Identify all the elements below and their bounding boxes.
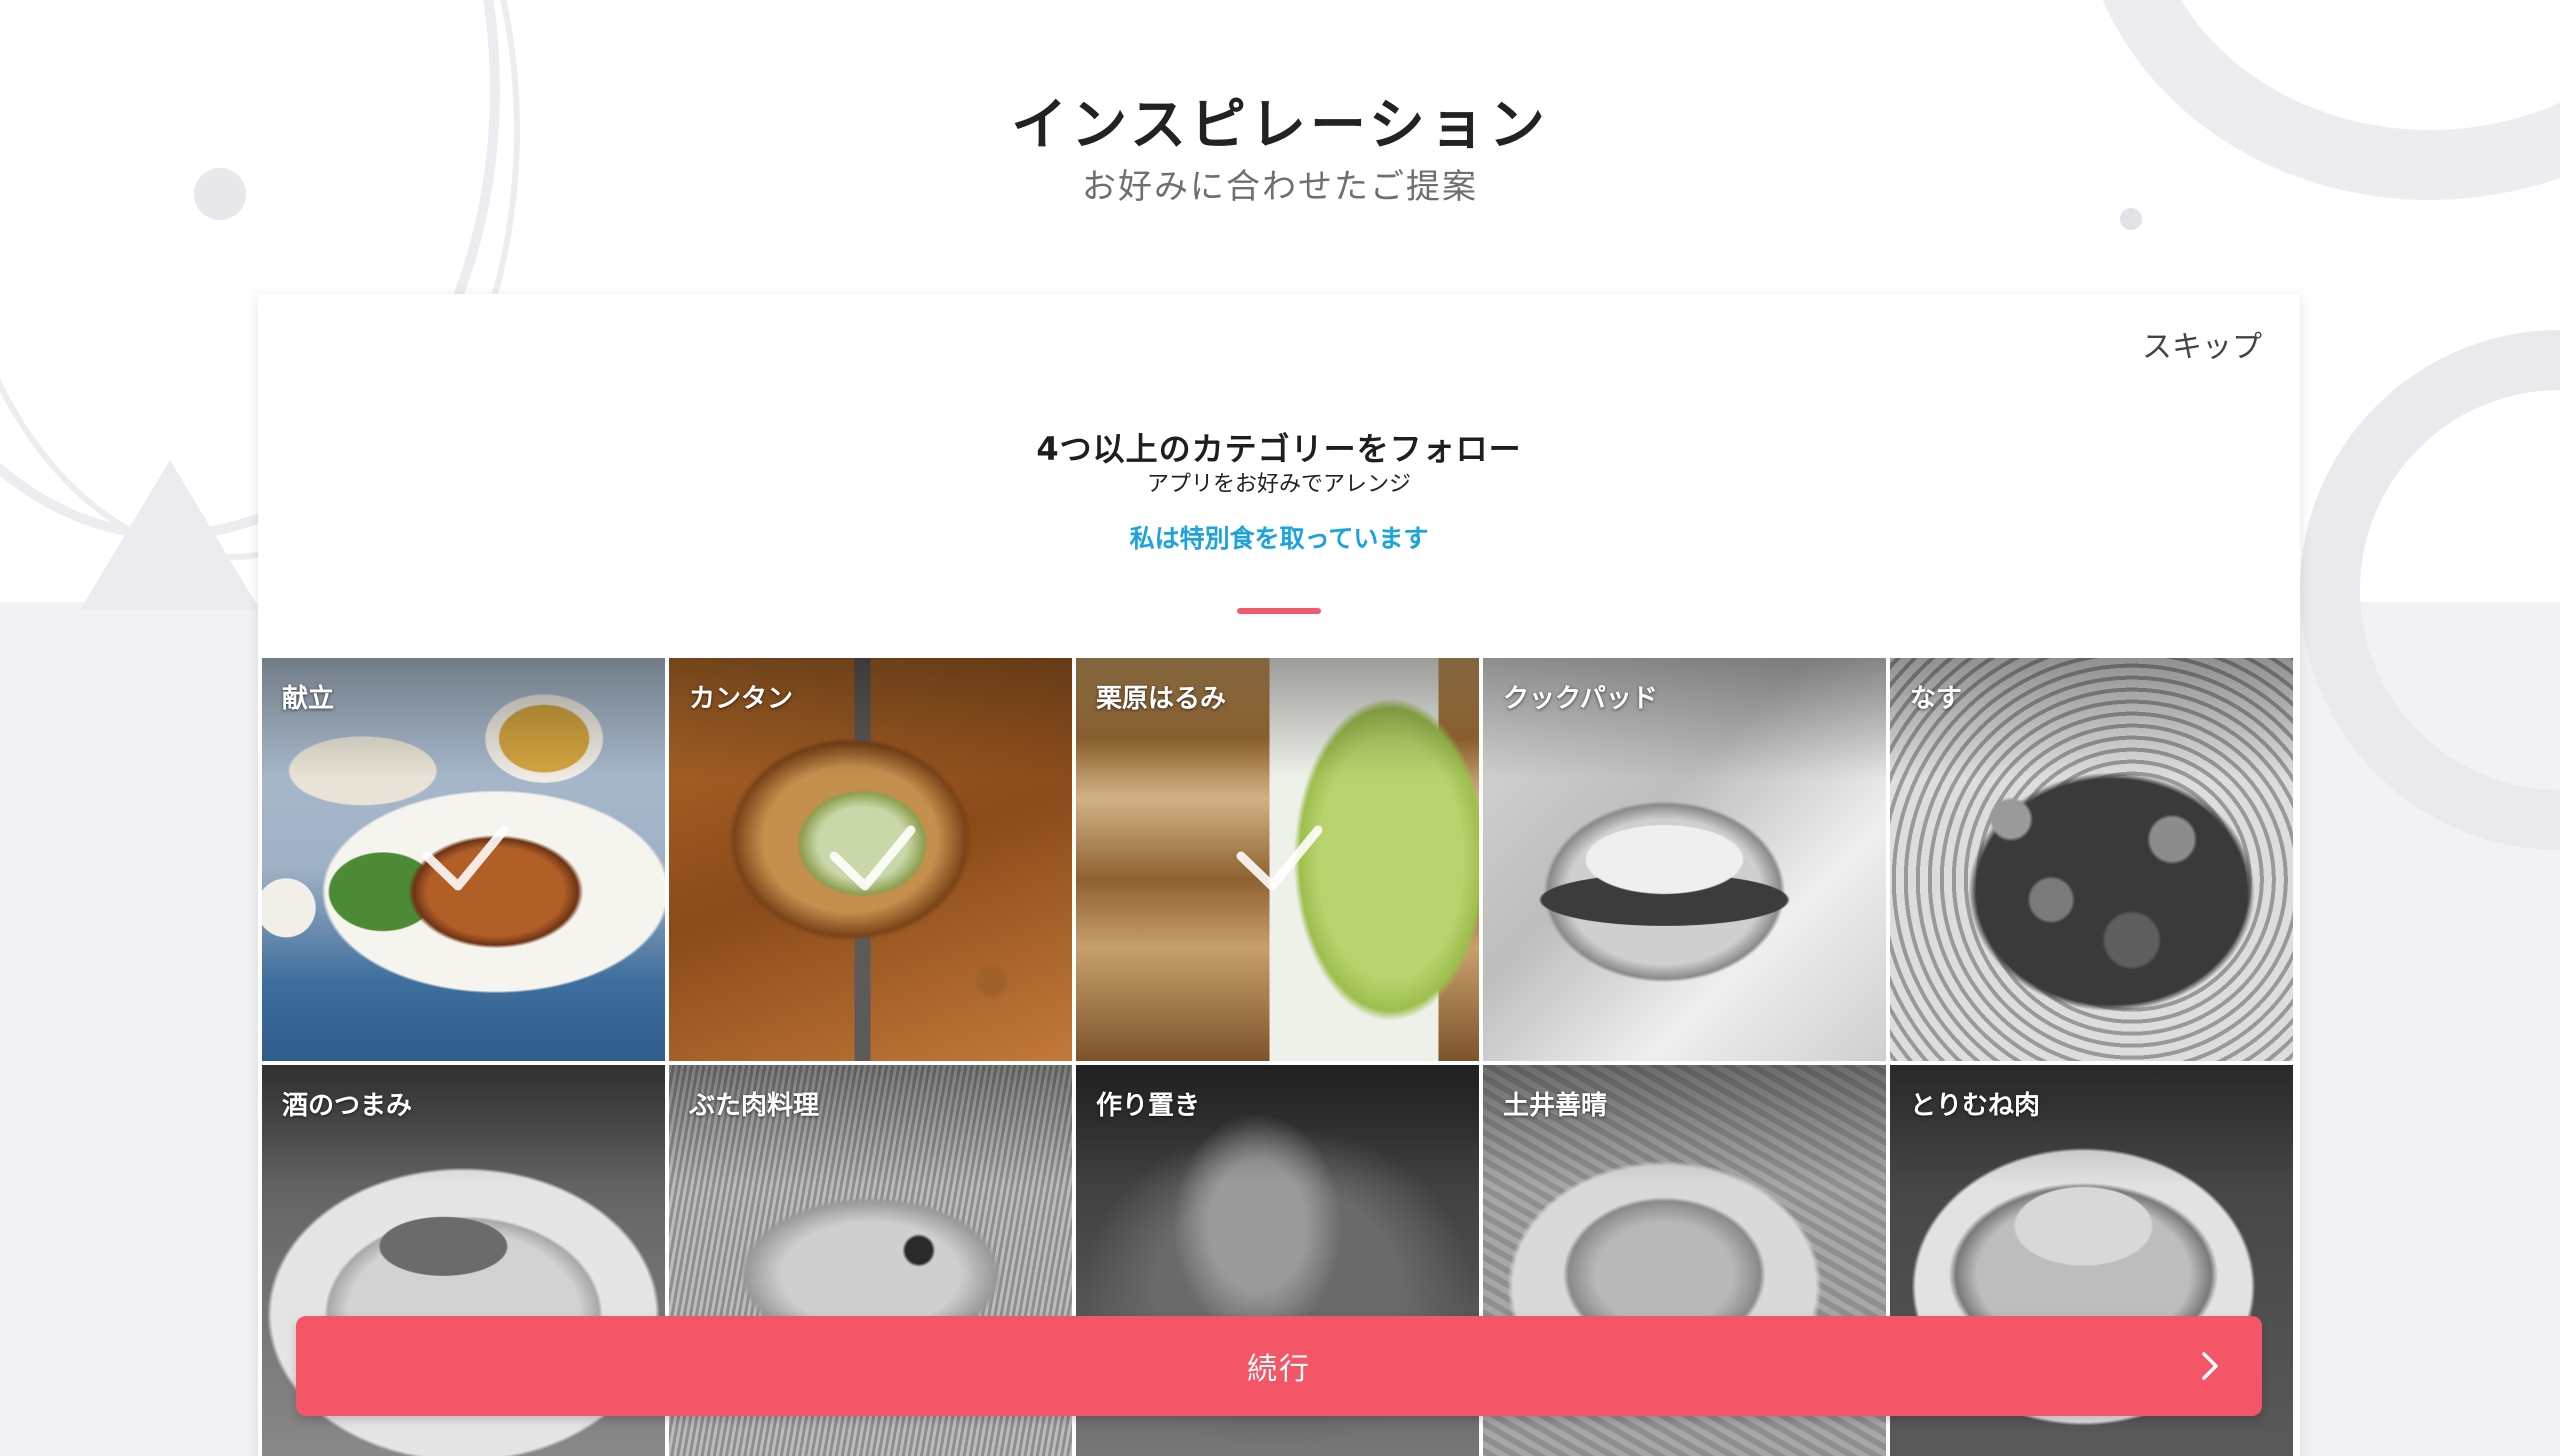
- category-tile-kondate[interactable]: 献立: [262, 658, 665, 1061]
- category-label: 土井善晴: [1503, 1091, 1608, 1121]
- continue-button[interactable]: 続行: [296, 1316, 2262, 1416]
- category-label: なす: [1910, 684, 1963, 714]
- card-header: 4つ以上のカテゴリーをフォロー アプリをお好みでアレンジ 私は特別食を取っていま…: [258, 428, 2300, 556]
- card-title: 4つ以上のカテゴリーをフォロー: [1036, 430, 1522, 468]
- chevron-right-icon: [2202, 1352, 2218, 1380]
- category-label: 酒のつまみ: [282, 1091, 413, 1121]
- card-subtitle: アプリをお好みでアレンジ: [1146, 472, 1411, 497]
- category-tile-kantan[interactable]: カンタン: [669, 658, 1072, 1061]
- category-label: クックパッド: [1503, 684, 1658, 714]
- skip-button[interactable]: スキップ: [2142, 322, 2262, 366]
- continue-label: 続行: [1247, 1353, 1311, 1386]
- category-label: カンタン: [689, 684, 794, 714]
- category-tile-nasu[interactable]: なす: [1890, 658, 2293, 1061]
- page-subtitle: お好みに合わせたご提案: [1082, 167, 1478, 207]
- category-label: 栗原はるみ: [1096, 684, 1227, 714]
- page-title: インスピレーション: [1011, 93, 1549, 158]
- onboarding-screen: インスピレーション お好みに合わせたご提案 スキップ 4つ以上のカテゴリーをフォ…: [0, 0, 2560, 1456]
- category-label: とりむね肉: [1910, 1091, 2041, 1121]
- category-label: 献立: [282, 684, 335, 714]
- category-card: スキップ 4つ以上のカテゴリーをフォロー アプリをお好みでアレンジ 私は特別食を…: [258, 294, 2300, 1456]
- category-label: ぶた肉料理: [689, 1091, 820, 1121]
- accent-divider: [1237, 608, 1321, 614]
- category-label: 作り置き: [1096, 1091, 1201, 1121]
- category-tile-cookpad[interactable]: クックパッド: [1483, 658, 1886, 1061]
- background-shape-decoration: [80, 460, 260, 610]
- special-diet-link[interactable]: 私は特別食を取っています: [258, 522, 2300, 556]
- category-tile-kurihara[interactable]: 栗原はるみ: [1076, 658, 1479, 1061]
- page-header: インスピレーション お好みに合わせたご提案: [0, 88, 2560, 210]
- background-dot-decoration: [2120, 208, 2142, 230]
